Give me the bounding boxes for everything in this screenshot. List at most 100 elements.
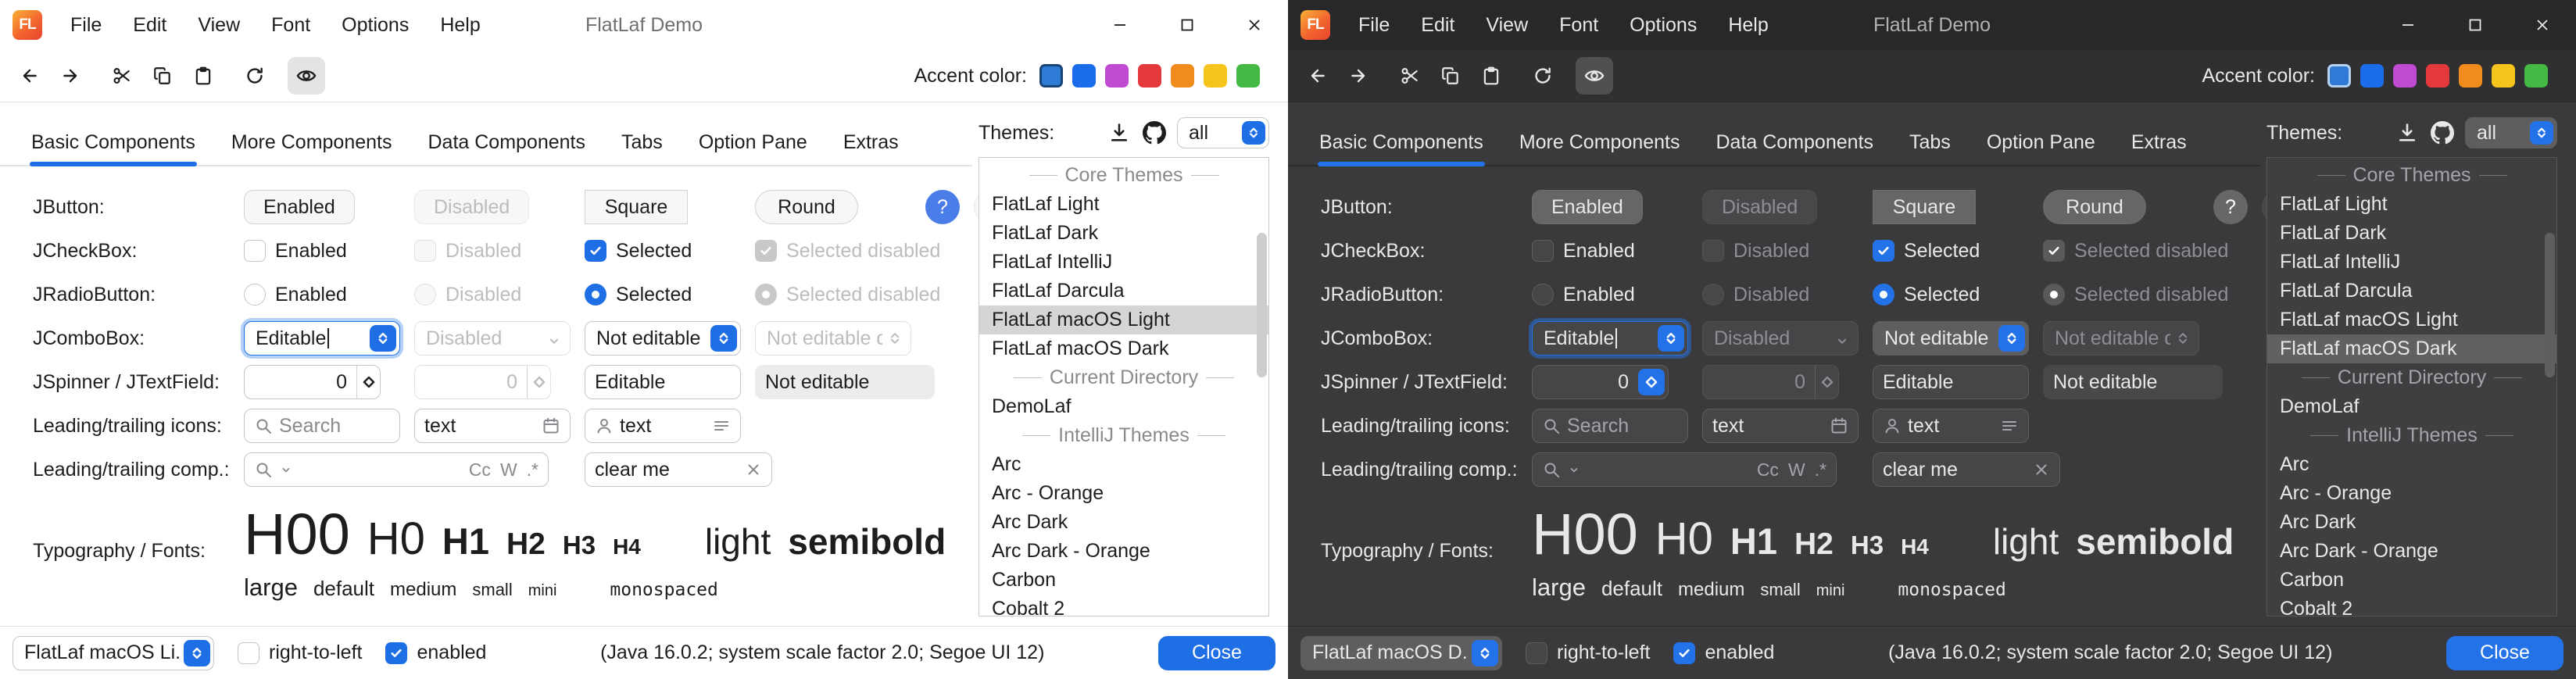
lookandfeel-combobox[interactable]: FlatLaf macOS D... <box>1301 636 1502 670</box>
theme-list-item[interactable]: Arc <box>979 450 1268 479</box>
minimize-button[interactable] <box>2374 0 2442 50</box>
tab[interactable]: Tabs <box>621 120 663 165</box>
enabled-checkbox[interactable]: enabled <box>1673 641 1774 664</box>
lookandfeel-combobox[interactable]: FlatLaf macOS Li... <box>13 636 214 670</box>
accent-color-swatch[interactable] <box>2492 64 2515 88</box>
tab[interactable]: Option Pane <box>1987 120 2095 165</box>
checkbox-enabled[interactable]: Enabled <box>244 240 347 263</box>
theme-list-item[interactable]: FlatLaf Light <box>979 190 1268 219</box>
cut-button[interactable] <box>103 57 141 95</box>
theme-list-item[interactable]: Arc Dark <box>2267 508 2556 537</box>
combo-arrows-icon[interactable] <box>1242 121 1265 145</box>
menu-item[interactable]: File <box>1343 0 1405 50</box>
search-icon[interactable] <box>1542 460 1561 479</box>
theme-list-item[interactable]: Carbon <box>2267 566 2556 595</box>
close-button[interactable]: Close <box>1158 636 1275 670</box>
menu-item[interactable]: Font <box>1544 0 1614 50</box>
checkbox-enabled[interactable]: Enabled <box>1532 240 1635 263</box>
radio-enabled[interactable]: Enabled <box>244 284 347 306</box>
theme-list-item[interactable]: DemoLaf <box>2267 392 2556 421</box>
github-icon[interactable] <box>2431 121 2454 145</box>
theme-list-item[interactable]: DemoLaf <box>979 392 1268 421</box>
combo-arrows-icon[interactable] <box>184 640 210 666</box>
spinner[interactable]: 0 <box>244 365 381 399</box>
regex-button[interactable]: .* <box>527 459 538 481</box>
textfield-editable[interactable]: Editable <box>1873 365 2029 399</box>
right-to-left-checkbox[interactable]: right-to-left <box>238 641 362 664</box>
tab[interactable]: Data Components <box>428 120 585 165</box>
match-case-button[interactable]: Cc <box>1757 459 1779 481</box>
menu-item[interactable]: Edit <box>117 0 182 50</box>
menu-item[interactable]: Edit <box>1405 0 1470 50</box>
show-hidden-toggle-button[interactable] <box>1576 57 1613 95</box>
accent-color-swatch[interactable] <box>1171 64 1194 88</box>
accent-color-swatch[interactable] <box>2524 64 2548 88</box>
radio-selected[interactable]: Selected <box>585 284 692 306</box>
accent-color-swatch[interactable] <box>1039 64 1063 88</box>
theme-list-item[interactable]: FlatLaf Dark <box>979 219 1268 248</box>
menu-item[interactable]: Options <box>1614 0 1712 50</box>
enabled-checkbox[interactable]: enabled <box>385 641 486 664</box>
accent-color-swatch[interactable] <box>2459 64 2482 88</box>
clear-me-field[interactable]: clear me <box>585 452 772 487</box>
tab[interactable]: More Components <box>1519 120 1680 165</box>
checkbox-selected[interactable]: Selected <box>585 240 692 263</box>
checkbox-selected[interactable]: Selected <box>1873 240 1980 263</box>
copy-button[interactable] <box>1432 57 1469 95</box>
date-field[interactable]: text <box>1702 409 1859 443</box>
round-button[interactable]: Round <box>755 190 858 224</box>
theme-list-item[interactable]: Arc - Orange <box>2267 479 2556 508</box>
scrollbar[interactable] <box>2542 158 2556 616</box>
radio-enabled[interactable]: Enabled <box>1532 284 1635 306</box>
combobox-not-editable[interactable]: Not editable <box>1873 321 2029 356</box>
theme-list-item[interactable]: Carbon <box>979 566 1268 595</box>
combo-arrows-icon[interactable] <box>370 325 396 352</box>
accent-color-swatch[interactable] <box>1072 64 1096 88</box>
match-case-button[interactable]: Cc <box>469 459 491 481</box>
scrollbar-thumb[interactable] <box>2545 233 2555 377</box>
whole-words-button[interactable]: W <box>500 459 517 481</box>
close-window-button[interactable] <box>2509 0 2576 50</box>
combo-arrows-icon[interactable] <box>710 325 737 352</box>
theme-list-item[interactable]: FlatLaf macOS Dark <box>979 334 1268 363</box>
tab[interactable]: Tabs <box>1909 120 1951 165</box>
search-field[interactable]: Search <box>244 409 400 443</box>
show-hidden-toggle-button[interactable] <box>288 57 325 95</box>
maximize-button[interactable] <box>2442 0 2509 50</box>
theme-list-item[interactable]: Arc Dark - Orange <box>979 537 1268 566</box>
download-icon[interactable] <box>2396 122 2418 144</box>
themes-filter-combobox[interactable]: all <box>2465 117 2557 148</box>
round-button[interactable]: Round <box>2043 190 2146 224</box>
combo-arrows-icon[interactable] <box>1658 325 1684 352</box>
theme-list-item[interactable]: FlatLaf IntelliJ <box>979 248 1268 277</box>
theme-list-item[interactable]: FlatLaf IntelliJ <box>2267 248 2556 277</box>
theme-list-item[interactable]: Arc - Orange <box>979 479 1268 508</box>
calendar-icon[interactable] <box>1830 416 1848 435</box>
accent-color-swatch[interactable] <box>2426 64 2449 88</box>
theme-list-item[interactable]: FlatLaf Darcula <box>979 277 1268 306</box>
scrollbar-thumb[interactable] <box>1257 233 1267 377</box>
search-field[interactable]: Search <box>1532 409 1688 443</box>
copy-button[interactable] <box>144 57 181 95</box>
minimize-button[interactable] <box>1086 0 1154 50</box>
menu-item[interactable]: Options <box>326 0 424 50</box>
accent-color-swatch[interactable] <box>1138 64 1161 88</box>
close-window-button[interactable] <box>1221 0 1288 50</box>
accent-color-swatch[interactable] <box>2393 64 2417 88</box>
theme-list-item[interactable]: Cobalt 2 <box>979 595 1268 616</box>
square-button[interactable]: Square <box>585 190 688 224</box>
menu-icon[interactable] <box>2000 416 2019 435</box>
tab[interactable]: Basic Components <box>31 120 195 165</box>
theme-list-item[interactable]: Cobalt 2 <box>2267 595 2556 616</box>
clear-icon[interactable] <box>745 461 762 478</box>
combo-arrows-icon[interactable] <box>1998 325 2025 352</box>
tab[interactable]: More Components <box>231 120 392 165</box>
tab[interactable]: Extras <box>843 120 899 165</box>
menu-item[interactable]: Help <box>424 0 496 50</box>
accent-color-swatch[interactable] <box>1236 64 1260 88</box>
help-button[interactable]: ? <box>925 190 960 224</box>
close-button[interactable]: Close <box>2446 636 2563 670</box>
theme-list-item[interactable]: Arc Dark <box>979 508 1268 537</box>
theme-list-item[interactable]: FlatLaf macOS Dark <box>2267 334 2556 363</box>
theme-list-item[interactable]: FlatLaf Light <box>2267 190 2556 219</box>
